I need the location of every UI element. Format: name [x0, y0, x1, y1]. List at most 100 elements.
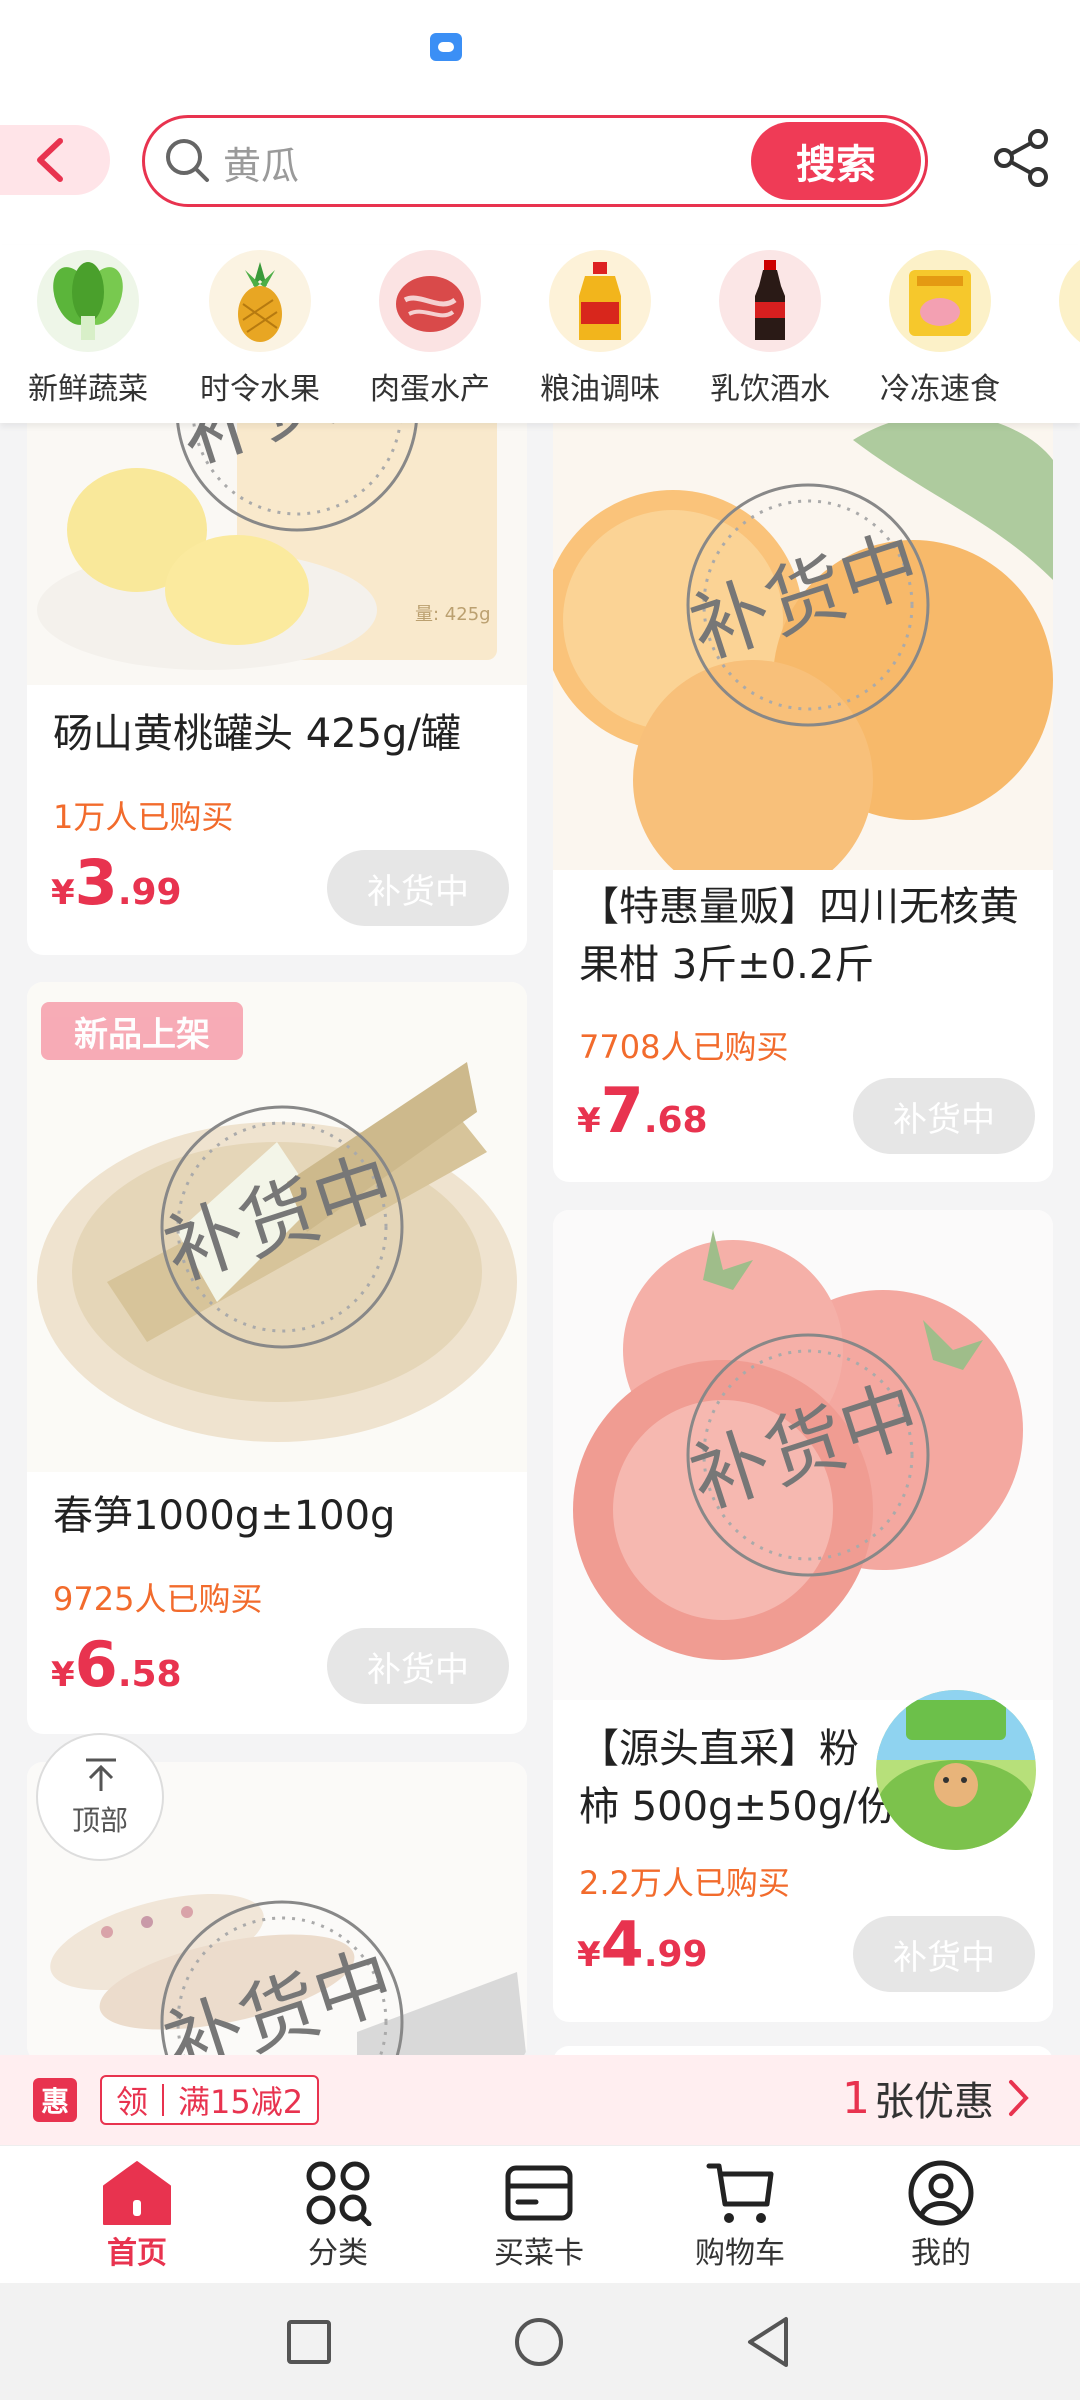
price-currency: ¥ [577, 1935, 601, 1975]
tab-label: 购物车 [695, 2236, 785, 2271]
coupon-count-label: 张优惠 [874, 2079, 994, 2125]
profile-icon [908, 2160, 974, 2226]
product-sales: 7708人已购买 [579, 1028, 789, 1066]
meat-icon [379, 250, 481, 352]
frozen-food-icon [889, 250, 991, 352]
stamp-text: 补货中 [154, 1935, 404, 2062]
price-currency: ¥ [51, 1655, 75, 1695]
share-icon[interactable] [990, 127, 1052, 189]
snack-icon [1059, 250, 1080, 352]
cloud-notification-icon [430, 33, 462, 61]
coupon-bar[interactable]: 惠 领 满15减2 1 张优惠 [0, 2055, 1080, 2145]
product-price: ¥7.68 [577, 1074, 708, 1147]
search-header: 搜索 [0, 95, 1080, 245]
back-to-top-button[interactable]: 顶部 [36, 1733, 164, 1861]
restock-button[interactable]: 补货中 [327, 1628, 509, 1704]
category-label: 冷冻速食 [880, 372, 1000, 407]
restock-button[interactable]: 补货中 [327, 850, 509, 926]
tab-profile[interactable]: 我的 [866, 2160, 1016, 2272]
category-vegetable[interactable]: 新鲜蔬菜 [3, 250, 173, 408]
price-decimal: .99 [643, 1934, 708, 1975]
recent-apps-icon[interactable] [286, 2319, 332, 2365]
promo-float-icon[interactable] [876, 1690, 1036, 1850]
card-icon [505, 2165, 573, 2221]
tab-label: 买菜卡 [494, 2236, 584, 2271]
back-triangle-icon[interactable] [744, 2315, 792, 2369]
coupon-tag[interactable]: 领 满15减2 [100, 2075, 320, 2125]
product-title-line: 柿 500g±50g/份 [579, 1784, 897, 1830]
discount-icon: 惠 [33, 2078, 77, 2122]
price-currency: ¥ [51, 873, 75, 913]
product-card[interactable]: 量: 425g 补货中 砀山黄桃罐头 425g/罐 1万人已购买 ¥3.99 补… [27, 400, 527, 955]
tab-home[interactable]: 首页 [62, 2160, 212, 2272]
product-title: 【特惠量贩】四川无核黄果柑 3斤±0.2斤 [579, 884, 1019, 988]
product-price: ¥3.99 [51, 846, 182, 919]
tab-label: 分类 [308, 2236, 368, 2271]
product-title-line: 【源头直采】粉 [579, 1726, 859, 1772]
category-drinks[interactable]: 乳饮酒水 [685, 250, 855, 408]
chevron-right-icon [1009, 2080, 1029, 2116]
back-arrow-icon [37, 138, 63, 182]
oil-bottle-icon [549, 250, 651, 352]
stamp-text: 补货中 [680, 1368, 930, 1526]
category-label: 新鲜蔬菜 [28, 372, 148, 407]
category-label: 休闲 [1025, 364, 1080, 408]
restock-stamp: 补货中 [152, 1097, 412, 1357]
price-integer: 7 [600, 1074, 644, 1147]
search-input[interactable] [223, 134, 723, 190]
restock-stamp: 补货中 [678, 1325, 938, 1585]
vegetable-icon [37, 250, 139, 352]
tab-cart[interactable]: 购物车 [665, 2160, 815, 2272]
product-sales: 1万人已购买 [53, 798, 234, 836]
tab-category[interactable]: 分类 [263, 2160, 413, 2272]
search-icon [166, 139, 209, 182]
back-to-top-label: 顶部 [71, 1804, 128, 1837]
cart-icon [706, 2163, 774, 2223]
category-snack[interactable]: 休闲 [1025, 250, 1080, 408]
category-meat[interactable]: 肉蛋水产 [345, 250, 515, 408]
tab-label: 首页 [107, 2236, 167, 2271]
restock-button[interactable]: 补货中 [853, 1916, 1035, 1992]
product-sales: 2.2万人已购买 [579, 1864, 790, 1902]
tab-label: 我的 [911, 2236, 971, 2271]
home-icon [103, 2161, 171, 2225]
pineapple-icon [209, 250, 311, 352]
product-price: ¥6.58 [51, 1628, 182, 1701]
coupon-count-number: 1 [842, 2072, 870, 2124]
cola-bottle-icon [719, 250, 821, 352]
stamp-text: 补货中 [680, 518, 930, 676]
restock-button[interactable]: 补货中 [853, 1078, 1035, 1154]
tab-grocery-card[interactable]: 买菜卡 [464, 2160, 614, 2272]
category-grain-oil[interactable]: 粮油调味 [515, 250, 685, 408]
category-frozen[interactable]: 冷冻速食 [855, 250, 1025, 408]
back-button[interactable] [0, 125, 110, 195]
price-currency: ¥ [577, 1101, 601, 1141]
price-decimal: .68 [643, 1100, 708, 1141]
product-sales: 9725人已购买 [53, 1580, 263, 1618]
coupon-count[interactable]: 1 张优惠 [842, 2069, 1030, 2127]
bottom-tab-bar: 首页 分类 买菜卡 购物车 我的 [0, 2145, 1080, 2283]
restock-stamp: 补货中 [152, 1892, 412, 2062]
category-grid-icon [306, 2161, 372, 2226]
stamp-text: 补货中 [154, 1140, 404, 1298]
svg-text:量: 425g: 量: 425g [415, 604, 491, 625]
status-bar [0, 0, 1080, 95]
search-box[interactable]: 搜索 [142, 115, 928, 207]
coupon-offer-label: 满15减2 [178, 2083, 304, 2121]
price-integer: 4 [600, 1908, 644, 1981]
category-label: 时令水果 [200, 372, 320, 407]
system-nav-bar [0, 2283, 1080, 2400]
category-fruit[interactable]: 时令水果 [175, 250, 345, 408]
product-title: 砀山黄桃罐头 425g/罐 [53, 711, 461, 757]
product-card[interactable]: 补货中 【特惠量贩】四川无核黄果柑 3斤±0.2斤 7708人已购买 ¥7.68… [553, 400, 1053, 1182]
search-button[interactable]: 搜索 [751, 122, 921, 200]
home-circle-icon[interactable] [514, 2317, 564, 2367]
product-card[interactable]: 新品上架 补货中 春笋1000g±100g 9725人已购买 ¥6.58 补货中 [27, 982, 527, 1734]
restock-stamp: 补货中 [678, 475, 938, 735]
product-title: 春笋1000g±100g [53, 1493, 396, 1539]
price-decimal: .99 [117, 872, 182, 913]
product-price: ¥4.99 [577, 1908, 708, 1981]
product-card[interactable]: 补货中 【源头直采】粉 柿 500g±50g/份 2.2万人已购买 ¥4.99 … [553, 1210, 1053, 2022]
price-decimal: .58 [117, 1654, 182, 1695]
price-integer: 3 [74, 846, 118, 919]
